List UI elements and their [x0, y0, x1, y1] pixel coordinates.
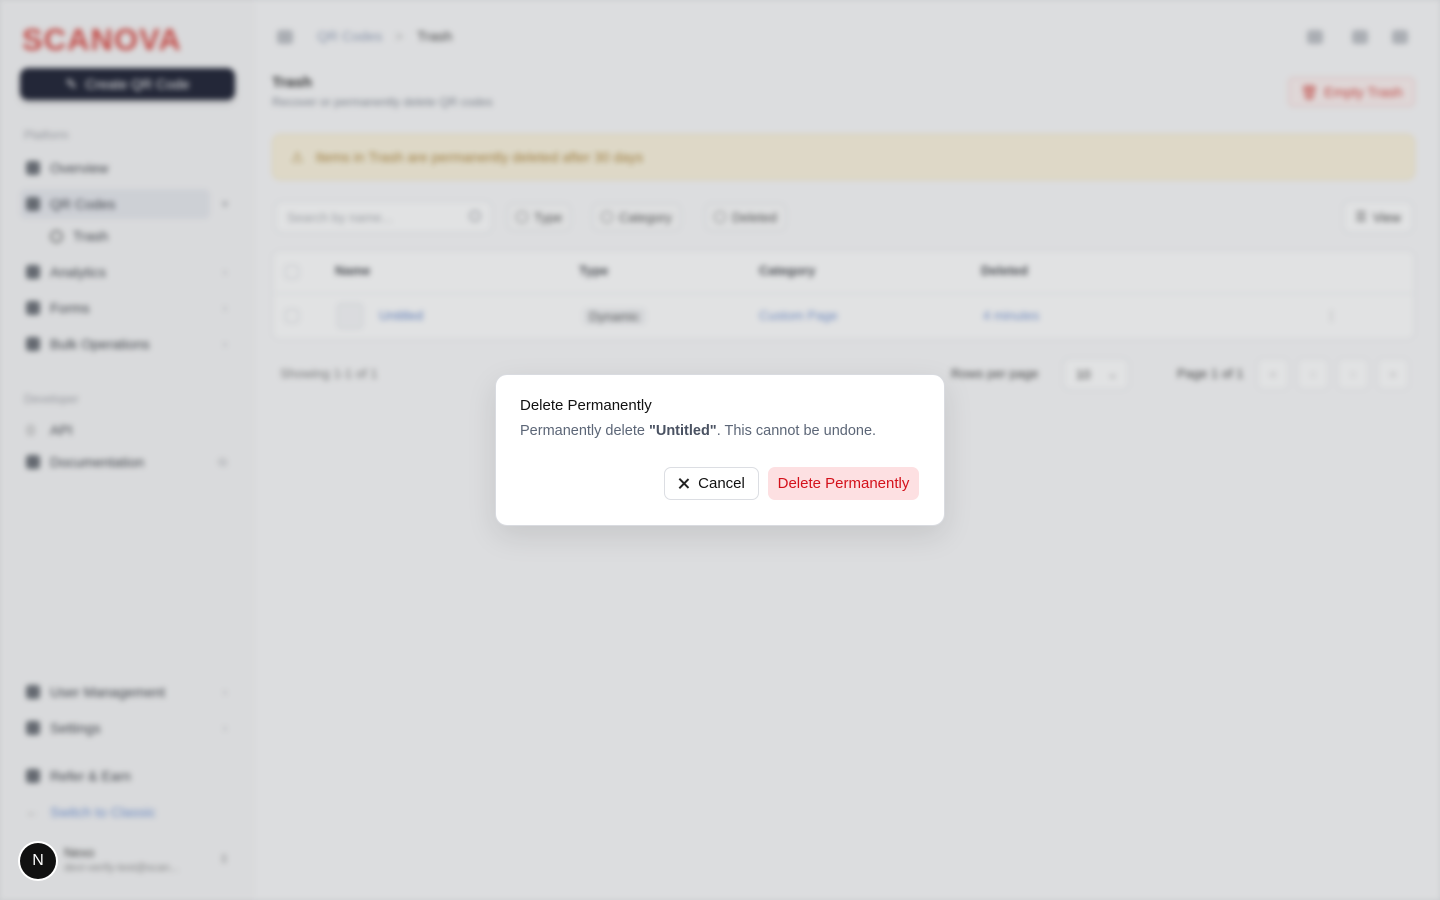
dialog-description: Permanently delete "Untitled". This cann… [520, 423, 876, 439]
avatar[interactable]: N [20, 843, 56, 879]
cancel-label: Cancel [698, 475, 745, 492]
dialog-item-name: "Untitled" [648, 423, 717, 439]
delete-permanently-button[interactable]: Delete Permanently [768, 467, 919, 500]
dialog-desc-prefix: Permanently delete [520, 423, 649, 439]
cancel-button[interactable]: Cancel [664, 467, 759, 500]
close-icon [678, 478, 689, 489]
dialog-title: Delete Permanently [520, 397, 652, 414]
delete-confirm-dialog: Delete Permanently Permanently delete "U… [495, 374, 945, 526]
dialog-desc-suffix: . This cannot be undone. [716, 423, 877, 439]
